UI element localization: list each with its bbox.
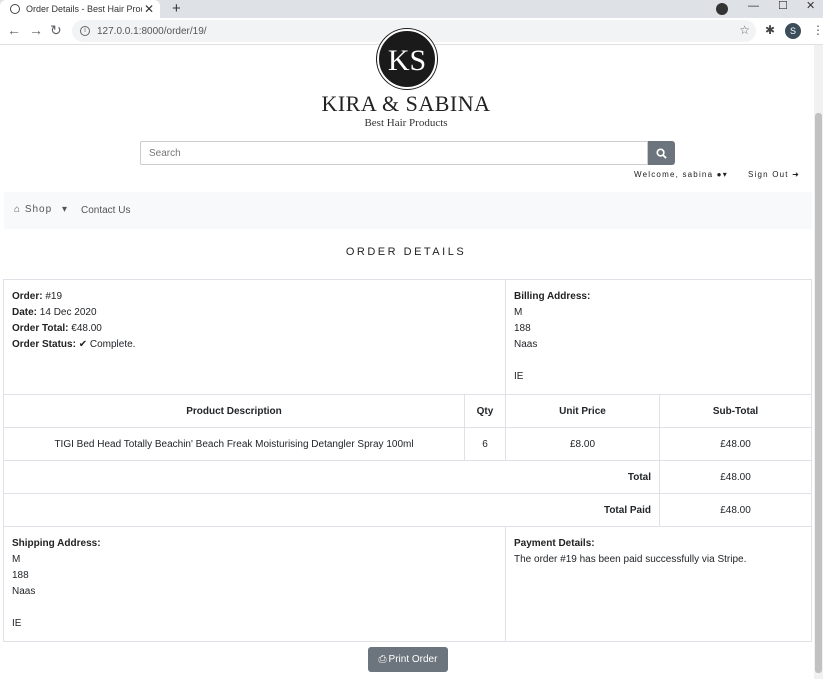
page-scrollbar[interactable] — [814, 45, 823, 679]
print-order-button[interactable]: ⎙ Print Order — [368, 647, 448, 672]
scrollbar-thumb[interactable] — [815, 113, 822, 673]
total-value: £48.00 — [659, 460, 812, 494]
brand-name[interactable]: KIRA & SABINA — [300, 91, 512, 117]
shipping-line: Naas — [12, 586, 36, 597]
product-qty: 6 — [464, 427, 506, 461]
brand-logo[interactable]: KS — [377, 29, 437, 89]
payment-details-label: Payment Details: — [514, 538, 595, 549]
billing-line — [514, 353, 803, 369]
print-order-label: Print Order — [388, 654, 438, 665]
shipping-address-cell: Shipping Address: M 188 Naas IE — [3, 526, 506, 642]
bookmark-star-icon[interactable]: ☆ — [739, 23, 750, 37]
billing-line: 188 — [514, 323, 531, 334]
order-number: #19 — [45, 291, 63, 302]
shipping-line: IE — [12, 618, 22, 629]
product-subtotal: £48.00 — [659, 427, 812, 461]
close-window-icon[interactable]: ✕ — [806, 0, 815, 12]
order-date-label: Date: — [12, 307, 38, 318]
search-input[interactable] — [140, 141, 648, 165]
reload-icon[interactable]: ↻ — [50, 22, 62, 38]
order-details-table: Order: #19 Date: 14 Dec 2020 Order Total… — [3, 279, 812, 642]
total-row: Total £48.00 — [3, 460, 812, 494]
table-header-row: Product Description Qty Unit Price Sub-T… — [3, 394, 812, 428]
shipping-payment-row: Shipping Address: M 188 Naas IE Payment … — [3, 526, 812, 642]
nav-shop-dropdown[interactable]: ⌂ Shop ▾ — [14, 204, 68, 215]
new-tab-icon[interactable]: + — [172, 0, 181, 17]
browser-tab-bar: Order Details - Best Hair Products ✕ + —… — [0, 0, 823, 18]
total-paid-label: Total Paid — [3, 493, 660, 527]
page-title: ORDER DETAILS — [345, 246, 467, 258]
billing-line: IE — [514, 371, 524, 382]
browser-tab[interactable]: Order Details - Best Hair Products ✕ — [0, 0, 160, 18]
sign-out-icon: ➜ — [792, 170, 801, 179]
billing-line: M — [514, 307, 523, 318]
nav-shop-label: Shop — [24, 204, 53, 215]
column-header-unit-price: Unit Price — [505, 394, 660, 428]
close-tab-icon[interactable]: ✕ — [142, 2, 156, 16]
profile-dropdown-icon[interactable] — [716, 3, 728, 15]
forward-icon[interactable]: → — [29, 22, 43, 38]
order-number-label: Order: — [12, 291, 43, 302]
table-row: TIGI Bed Head Totally Beachin' Beach Fre… — [3, 427, 812, 461]
check-icon: ✔ — [78, 339, 88, 350]
browser-menu-icon[interactable]: ⋮ — [812, 22, 823, 38]
payment-details-cell: Payment Details: The order #19 has been … — [505, 526, 812, 642]
billing-line: Naas — [514, 339, 538, 350]
maximize-icon[interactable]: ☐ — [778, 0, 788, 12]
shipping-line — [12, 600, 497, 616]
total-paid-value: £48.00 — [659, 493, 812, 527]
total-label: Total — [3, 460, 660, 494]
order-total: €48.00 — [71, 323, 102, 334]
globe-icon — [10, 4, 20, 14]
account-menu[interactable]: Welcome, sabina ●▾ — [634, 170, 728, 179]
nav-contact-link[interactable]: Contact Us — [81, 205, 130, 216]
info-icon[interactable]: i — [80, 26, 90, 36]
column-header-qty: Qty — [464, 394, 506, 428]
caret-down-icon: ▾ — [61, 204, 68, 215]
home-icon: ⌂ — [14, 204, 22, 215]
order-info-row: Order: #19 Date: 14 Dec 2020 Order Total… — [3, 279, 812, 395]
back-icon[interactable]: ← — [7, 22, 21, 38]
sign-out-label: Sign Out — [748, 170, 789, 179]
search-icon — [656, 148, 667, 160]
search-button[interactable] — [648, 141, 675, 165]
order-total-label: Order Total: — [12, 323, 69, 334]
brand-tagline: Best Hair Products — [364, 117, 448, 129]
order-date: 14 Dec 2020 — [39, 307, 97, 318]
sign-out-link[interactable]: Sign Out ➜ — [748, 170, 800, 179]
url-text: 127.0.0.1:8000/order/19/ — [97, 25, 207, 37]
caret-down-icon: ▾ — [722, 170, 728, 179]
tab-title: Order Details - Best Hair Products — [26, 4, 142, 14]
printer-icon: ⎙ — [378, 654, 387, 665]
extensions-icon[interactable]: ✱ — [765, 23, 775, 37]
profile-avatar[interactable]: S — [785, 23, 801, 39]
column-header-description: Product Description — [3, 394, 465, 428]
product-description: TIGI Bed Head Totally Beachin' Beach Fre… — [3, 427, 465, 461]
order-summary-cell: Order: #19 Date: 14 Dec 2020 Order Total… — [3, 279, 506, 395]
total-paid-row: Total Paid £48.00 — [3, 493, 812, 527]
column-header-subtotal: Sub-Total — [659, 394, 812, 428]
product-unit-price: £8.00 — [505, 427, 660, 461]
billing-address-label: Billing Address: — [514, 291, 591, 302]
order-status: Complete. — [89, 339, 136, 350]
shipping-line: 188 — [12, 570, 29, 581]
welcome-text: Welcome, sabina — [634, 170, 714, 179]
main-navbar: ⌂ Shop ▾ Contact Us — [4, 192, 812, 229]
payment-details-text: The order #19 has been paid successfully… — [514, 554, 747, 565]
billing-address-cell: Billing Address: M 188 Naas IE — [505, 279, 812, 395]
minimize-icon[interactable]: — — [748, 0, 759, 12]
shipping-line: M — [12, 554, 21, 565]
shipping-address-label: Shipping Address: — [12, 538, 101, 549]
order-status-label: Order Status: — [12, 339, 76, 350]
